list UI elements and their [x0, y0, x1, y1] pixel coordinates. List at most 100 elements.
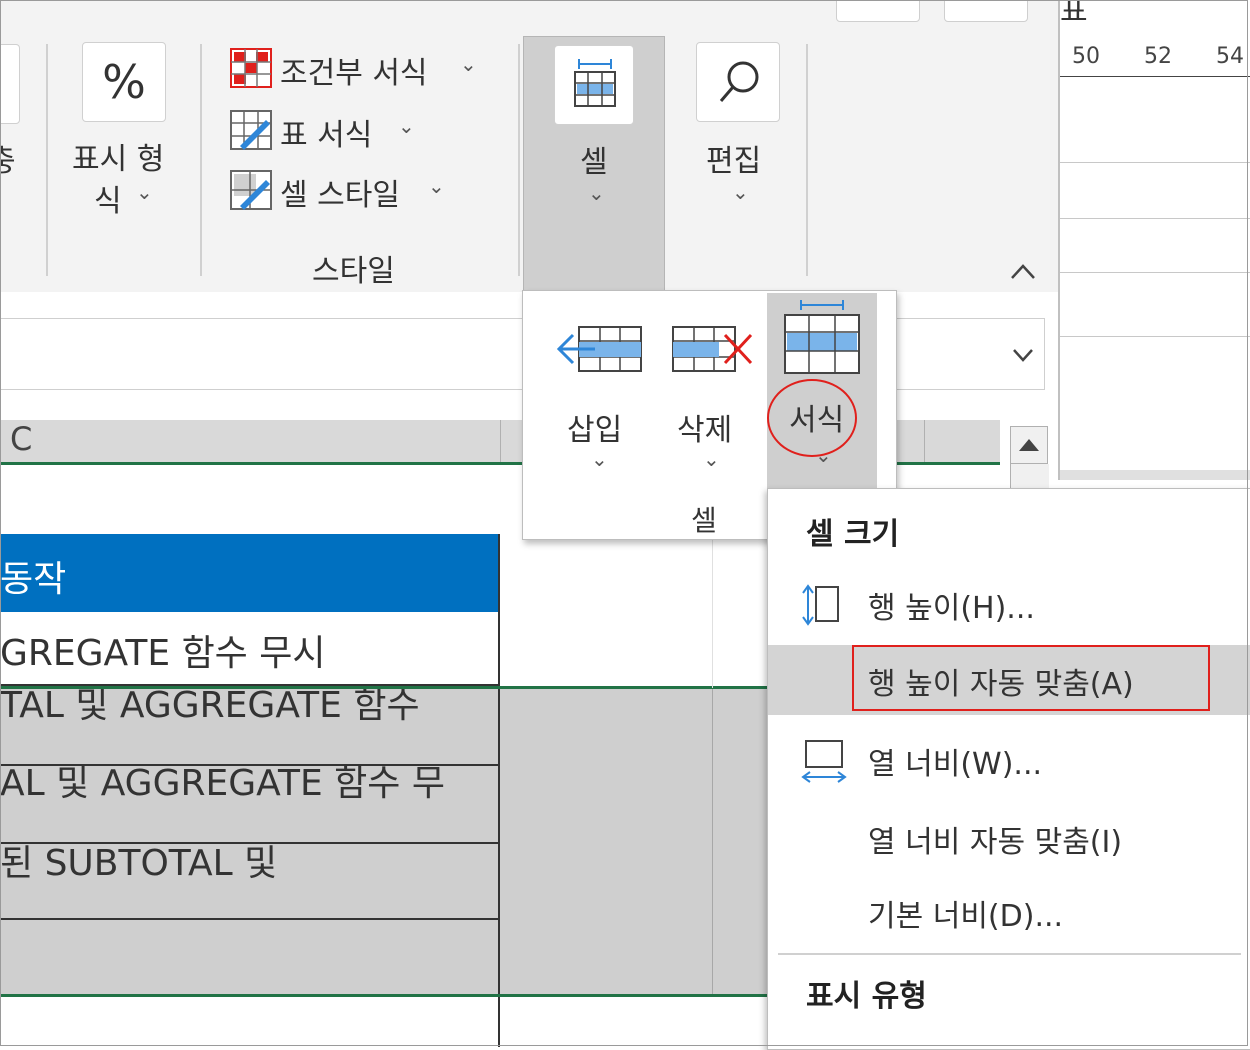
cell-text: 된 SUBTOTAL 및 — [0, 843, 278, 884]
highlight-box — [852, 645, 1210, 711]
cell-text: GREGATE 함수 무시 — [0, 633, 326, 674]
column-header-c[interactable]: C — [10, 420, 32, 458]
insert-cells-icon — [556, 326, 642, 372]
menu-item-default-width[interactable]: 기본 너비(D)... — [768, 881, 1250, 943]
group-separator — [200, 44, 202, 276]
ribbon-top-button-stub[interactable] — [944, 0, 1028, 22]
background-sheet-header: 표 — [1060, 0, 1088, 29]
menu-section-cell-size: 셀 크기 — [806, 517, 900, 552]
menu-divider — [778, 953, 1241, 955]
column-width-label: 열 너비(W)... — [868, 747, 1043, 782]
column-divider — [500, 420, 501, 464]
cell-border — [712, 540, 713, 688]
ruler-number: 52 — [1144, 44, 1172, 69]
chevron-down-icon: ⌄ — [428, 174, 445, 198]
sheet-line — [1060, 336, 1250, 337]
cell[interactable] — [0, 465, 500, 533]
column-divider — [924, 420, 925, 464]
group-separator — [518, 44, 520, 276]
format-cells-icon — [784, 300, 860, 374]
expand-formula-bar-button[interactable] — [1008, 340, 1038, 370]
chevron-down-icon: ⌄ — [588, 181, 605, 205]
collapse-ribbon-button[interactable] — [1008, 256, 1038, 286]
gray-row-block: TAL 및 AGGREGATE 함수 AL 및 AGGREGATE 함수 무 된… — [0, 688, 770, 994]
row-border — [0, 918, 500, 920]
menu-item-autofit-row-height[interactable]: 행 높이 자동 맞춤(A) — [768, 645, 1250, 715]
ribbon-top-button-stub[interactable] — [836, 0, 920, 22]
group-separator — [46, 44, 48, 276]
menu-item-column-width[interactable]: 열 너비(W)... — [768, 729, 1250, 791]
menu-section-visibility: 표시 유형 — [806, 979, 927, 1014]
menu-item-autofit-column-width[interactable]: 열 너비 자동 맞춤(I) — [768, 807, 1250, 869]
group-separator — [806, 44, 808, 276]
column-width-icon — [801, 740, 847, 783]
cell-border — [498, 997, 500, 1047]
search-icon — [696, 42, 780, 122]
sheet-line — [1060, 218, 1250, 219]
format-button[interactable]: 서식 ⌄ — [767, 293, 877, 489]
editing-button[interactable]: 편집 ⌄ — [690, 40, 790, 220]
cell-styles-button[interactable]: 셀 스타일 ⌄ — [228, 168, 458, 213]
ruler-number: 54 — [1216, 44, 1244, 69]
cells-group-label: 셀 — [691, 504, 717, 537]
partial-left-icon[interactable] — [0, 44, 20, 124]
sheet-line — [1060, 162, 1250, 163]
row-height-label: 행 높이(H)... — [868, 591, 1035, 626]
format-as-table-label: 표 서식 — [280, 118, 373, 153]
scrollbar-track[interactable] — [1010, 464, 1049, 488]
insert-button[interactable]: 삽입 ⌄ — [547, 305, 651, 475]
highlight-circle — [767, 379, 857, 457]
conditional-formatting-label: 조건부 서식 — [280, 56, 428, 91]
cell-styles-icon — [230, 170, 272, 210]
number-format-label-2: 식 — [94, 184, 122, 219]
cell-text: 동작 — [0, 559, 67, 600]
insert-label: 삽입 — [567, 413, 623, 448]
menu-item-row-height[interactable]: 행 높이(H)... — [768, 573, 1250, 635]
ruler-line — [1060, 76, 1250, 77]
format-dropdown-menu: 셀 크기 행 높이(H)... 행 높이 자동 맞춤(A) 열 너비(W)...… — [767, 488, 1250, 1050]
format-as-table-button[interactable]: 표 서식 ⌄ — [228, 108, 428, 153]
cell-border — [498, 688, 500, 994]
chevron-down-icon: ⌄ — [136, 180, 153, 204]
background-sheet: 표 50 52 54 — [1060, 0, 1250, 480]
chevron-down-icon — [1013, 349, 1033, 362]
autofit-column-width-label: 열 너비 자동 맞춤(I) — [868, 825, 1123, 860]
cell-border — [712, 688, 713, 994]
percent-icon: % — [82, 42, 166, 122]
cells-button-label: 셀 — [580, 145, 608, 180]
cell-text: TAL 및 AGGREGATE 함수 — [0, 688, 420, 726]
cell[interactable]: GREGATE 함수 무시 — [0, 612, 500, 686]
editing-label: 편집 — [706, 144, 762, 179]
partial-left-label: 충 — [0, 144, 16, 179]
chevron-down-icon: ⌄ — [815, 443, 832, 467]
cells-button[interactable]: 셀 ⌄ — [523, 36, 665, 292]
chevron-up-icon — [1011, 264, 1035, 279]
number-format-label: 표시 형 — [72, 142, 165, 177]
format-as-table-icon — [230, 110, 272, 150]
sheet-line — [1060, 272, 1250, 273]
ruler-number: 50 — [1072, 44, 1100, 69]
cell-styles-label: 셀 스타일 — [280, 178, 400, 213]
selection-border — [0, 686, 770, 689]
cell-border — [498, 534, 500, 688]
default-width-label: 기본 너비(D)... — [868, 899, 1064, 934]
row-height-icon — [802, 584, 839, 626]
conditional-formatting-icon — [230, 48, 272, 88]
chevron-down-icon: ⌄ — [732, 180, 749, 204]
chevron-down-icon: ⌄ — [460, 52, 477, 76]
scroll-up-button[interactable] — [1010, 426, 1048, 464]
cells-icon — [554, 45, 634, 125]
cell-text: AL 및 AGGREGATE 함수 무 — [0, 763, 445, 804]
arrow-up-icon — [1019, 439, 1039, 451]
cell-selected[interactable]: 동작 — [0, 534, 500, 612]
chevron-down-icon: ⌄ — [591, 447, 608, 471]
delete-cells-icon — [672, 326, 753, 372]
delete-button[interactable]: 삭제 ⌄ — [661, 305, 765, 475]
ribbon: 충 % 표시 형 식 ⌄ 조건부 서식 ⌄ 표 서식 ⌄ 셀 스타일 ⌄ 스타일… — [0, 0, 1058, 292]
delete-label: 삭제 — [677, 413, 733, 448]
sheet-strip — [1060, 470, 1250, 480]
conditional-formatting-button[interactable]: 조건부 서식 ⌄ — [228, 46, 498, 91]
number-format-button[interactable]: % 표시 형 식 ⌄ — [66, 40, 186, 220]
styles-group-label: 스타일 — [312, 254, 395, 289]
selection-border — [0, 994, 770, 997]
